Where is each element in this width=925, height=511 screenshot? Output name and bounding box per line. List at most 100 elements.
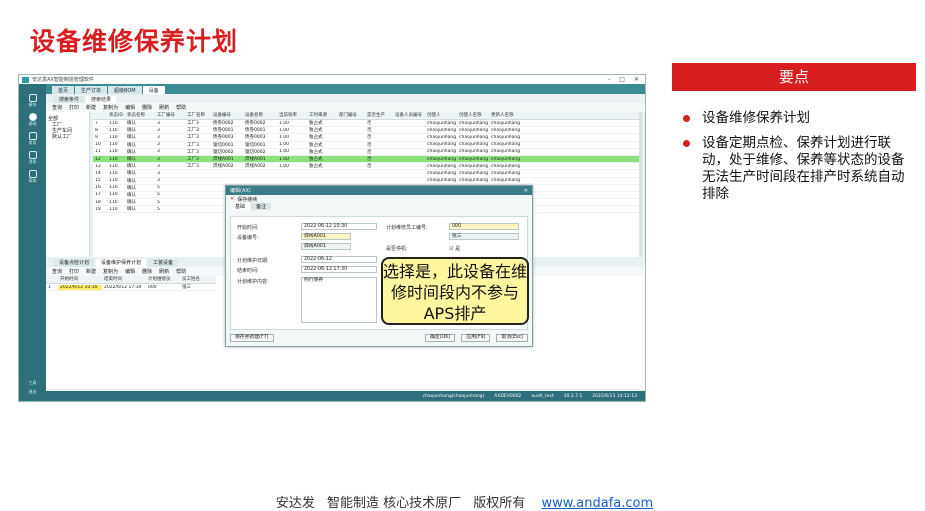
- grid-column-header[interactable]: 设备编号: [211, 112, 243, 119]
- toolbar-edit-button[interactable]: 编辑: [125, 104, 135, 111]
- grid-column-header[interactable]: 部门编号: [337, 112, 365, 119]
- grid-column-header[interactable]: 创建人: [425, 112, 457, 119]
- grid-scrollbar[interactable]: [639, 112, 642, 257]
- lower-edit-button[interactable]: 编辑: [125, 268, 135, 275]
- nav-item-basic[interactable]: 基础: [28, 113, 37, 127]
- ok-button[interactable]: 确定(OK): [425, 334, 456, 342]
- grid-column-header[interactable]: 工厂编号: [155, 112, 185, 119]
- close-button[interactable]: ✕: [634, 76, 639, 83]
- grid-column-header[interactable]: 当前效率: [277, 112, 307, 119]
- tab-inspection-plan[interactable]: 设备点检计划: [54, 259, 95, 267]
- toolbar-refresh-button[interactable]: 刷新: [159, 104, 169, 111]
- table-cell: 110: [109, 163, 118, 169]
- toolbar-new-button[interactable]: 新建: [86, 104, 96, 111]
- nav-exit[interactable]: 退出: [29, 389, 37, 395]
- end-time-field[interactable]: 2022-06-12 17:30: [301, 266, 377, 273]
- subtab-search-conditions[interactable]: 搜索条件: [54, 96, 85, 103]
- table-cell: 9: [95, 134, 98, 140]
- toolbar-print-button[interactable]: 打印: [69, 104, 79, 111]
- apply-button[interactable]: 应用(F9): [461, 334, 491, 342]
- nav-tools[interactable]: 工具: [29, 380, 37, 386]
- lower-new-button[interactable]: 新建: [86, 268, 96, 275]
- table-row[interactable]: 15 110 确认 3 chaojunhang chaojunhang chaojunhan…: [93, 178, 642, 185]
- toolbar-copy-button[interactable]: 复制为: [103, 104, 118, 111]
- tree-node-default-factory[interactable]: 默认工厂: [48, 134, 87, 140]
- content-textarea[interactable]: 例行保养: [301, 277, 377, 323]
- maximize-button[interactable]: □: [619, 76, 625, 83]
- dialog-tab-remarks[interactable]: 备注: [251, 203, 272, 210]
- lower-query-button[interactable]: 查询: [52, 268, 62, 275]
- save-continue-button[interactable]: 保存继续: [237, 196, 257, 203]
- footer-link[interactable]: www.andafa.com: [541, 496, 653, 511]
- table-row[interactable]: 9 110 确认 3 工厂3 债券0003 债券0003 1.00 独占式 否 chaojunhan…: [93, 134, 642, 142]
- cancel-button[interactable]: 取消(Esc): [496, 334, 528, 342]
- table-row[interactable]: 7 110 确认 3 工厂3 债券0002 债券0002 1.00 独占式 否 chaojunhan…: [93, 120, 642, 128]
- dialog-tab-basic[interactable]: 基础: [230, 203, 251, 210]
- table-cell: 确认: [127, 171, 136, 177]
- grid-column-header[interactable]: 设备人员编号: [393, 112, 425, 119]
- toolbar-query-button[interactable]: 查询: [52, 104, 62, 111]
- lower-help-button[interactable]: 帮助: [176, 268, 186, 275]
- grid-column-header[interactable]: 状态名称: [125, 112, 155, 119]
- start-time-field[interactable]: 2022-06-12 10:30: [301, 223, 377, 230]
- stop-checkbox[interactable]: ☑ 是: [449, 245, 460, 252]
- grid-column-header[interactable]: [93, 112, 107, 119]
- dialog-titlebar: 编辑(AX) ✕: [226, 186, 532, 195]
- nav-item-common[interactable]: 常用: [28, 132, 37, 146]
- table-row[interactable]: 12 110 确认 3 工厂3 焊线A001 焊线A001 1.00 独占式 否 chaojunha…: [93, 155, 642, 164]
- grid-column-header[interactable]: 工厂名称: [185, 112, 211, 119]
- lower-refresh-button[interactable]: 刷新: [159, 268, 169, 275]
- table-cell: 1.00: [279, 134, 290, 140]
- table-row[interactable]: 13 110 确认 3 工厂3 焊线A002 焊线A002 1.00 独占式 否 chaojunha…: [93, 163, 642, 171]
- lower-delete-button[interactable]: 删除: [142, 268, 152, 275]
- grid-column-header[interactable]: 设备名称: [243, 112, 277, 119]
- tab-equipment[interactable]: 设备: [142, 86, 165, 94]
- lower-copy-button[interactable]: 复制为: [103, 268, 118, 275]
- grid-column-header[interactable]: 状态ID: [107, 112, 125, 119]
- tab-home[interactable]: 首页: [52, 86, 75, 94]
- minimize-button[interactable]: -: [608, 76, 610, 83]
- staff-field[interactable]: 000: [449, 223, 519, 230]
- table-row[interactable]: 8 110 确认 3 工厂3 债券0001 债券0001 1.00 独占式 否 chaojunhan…: [93, 127, 642, 135]
- grid-column-header[interactable]: 是否生产: [365, 112, 393, 119]
- plan-date-field[interactable]: 2022-06-12: [301, 256, 377, 263]
- table-cell: 1.00: [279, 156, 290, 162]
- table-cell: 工厂3: [187, 121, 199, 127]
- toolbar-delete-button[interactable]: 删除: [142, 104, 152, 111]
- table-cell: 110: [109, 206, 118, 212]
- table-cell: chaojunhang: [459, 178, 489, 184]
- status-time: 2022/6/13 14:12:13: [592, 393, 637, 399]
- dialog-close-icon[interactable]: ✕: [524, 188, 528, 194]
- table-row[interactable]: 10 110 确认 3 工厂3 锯切0001 锯切0001 1.00 独占式 否 chaojunha…: [93, 142, 642, 149]
- nav-item-modules[interactable]: 模块: [28, 94, 37, 108]
- lower-print-button[interactable]: 打印: [69, 268, 79, 275]
- lower-table-row[interactable]: 1 2022/6/12 10:30 2022/6/12 17:30 000 张三: [46, 284, 216, 292]
- tab-maintenance-plan[interactable]: 设备维护保养计划: [96, 259, 147, 267]
- grid-column-header[interactable]: 创建人名称: [457, 112, 489, 119]
- toolbar-help-button[interactable]: 帮助: [176, 104, 186, 111]
- save-and-new-button[interactable]: 保存并新建(F7): [230, 334, 274, 342]
- cancel-edit-icon[interactable]: ✕: [230, 196, 234, 202]
- status-server: AXDEV0002: [494, 393, 522, 399]
- nav-item-messages[interactable]: 消息: [28, 151, 37, 165]
- table-row[interactable]: 11 110 确认 3 工厂3 锯切0002 锯切0002 1.00 独占式 否 chaojunha…: [93, 149, 642, 156]
- nav-item-help[interactable]: 帮助: [28, 170, 37, 184]
- table-cell: 5: [157, 199, 160, 205]
- table-cell: 3: [157, 156, 160, 162]
- grid-column-header[interactable]: 工时来源: [307, 112, 337, 119]
- main-toolbar: 查询 打印 新建 复制为 编辑 删除 刷新 帮助: [46, 103, 645, 112]
- device-field[interactable]: 焊线A001: [301, 233, 351, 240]
- tab-production-order[interactable]: 生产订单: [75, 86, 108, 94]
- key-points-header: 要点: [672, 63, 916, 91]
- table-cell: 17: [95, 192, 101, 198]
- table-cell: chaojunhang: [459, 120, 489, 126]
- table-cell: 确认: [127, 178, 136, 184]
- table-cell: 110: [109, 142, 118, 148]
- tab-super-bom[interactable]: 超级BOM: [108, 86, 142, 94]
- grid-header: 状态ID 状态名称 工厂编号 工厂名称 设备编号 设备名称 当前效率 工时来源 部门编号 是否生产…: [93, 112, 642, 120]
- subtab-search-results[interactable]: 搜索结果: [86, 96, 117, 103]
- table-row[interactable]: 14 110 确认 3 chaojunhang chaojunhang chaojunhan…: [93, 170, 642, 178]
- tab-tooling[interactable]: 工装设备: [148, 259, 179, 267]
- grid-column-header[interactable]: 更新人名称: [489, 112, 521, 119]
- table-cell: 否: [367, 142, 372, 148]
